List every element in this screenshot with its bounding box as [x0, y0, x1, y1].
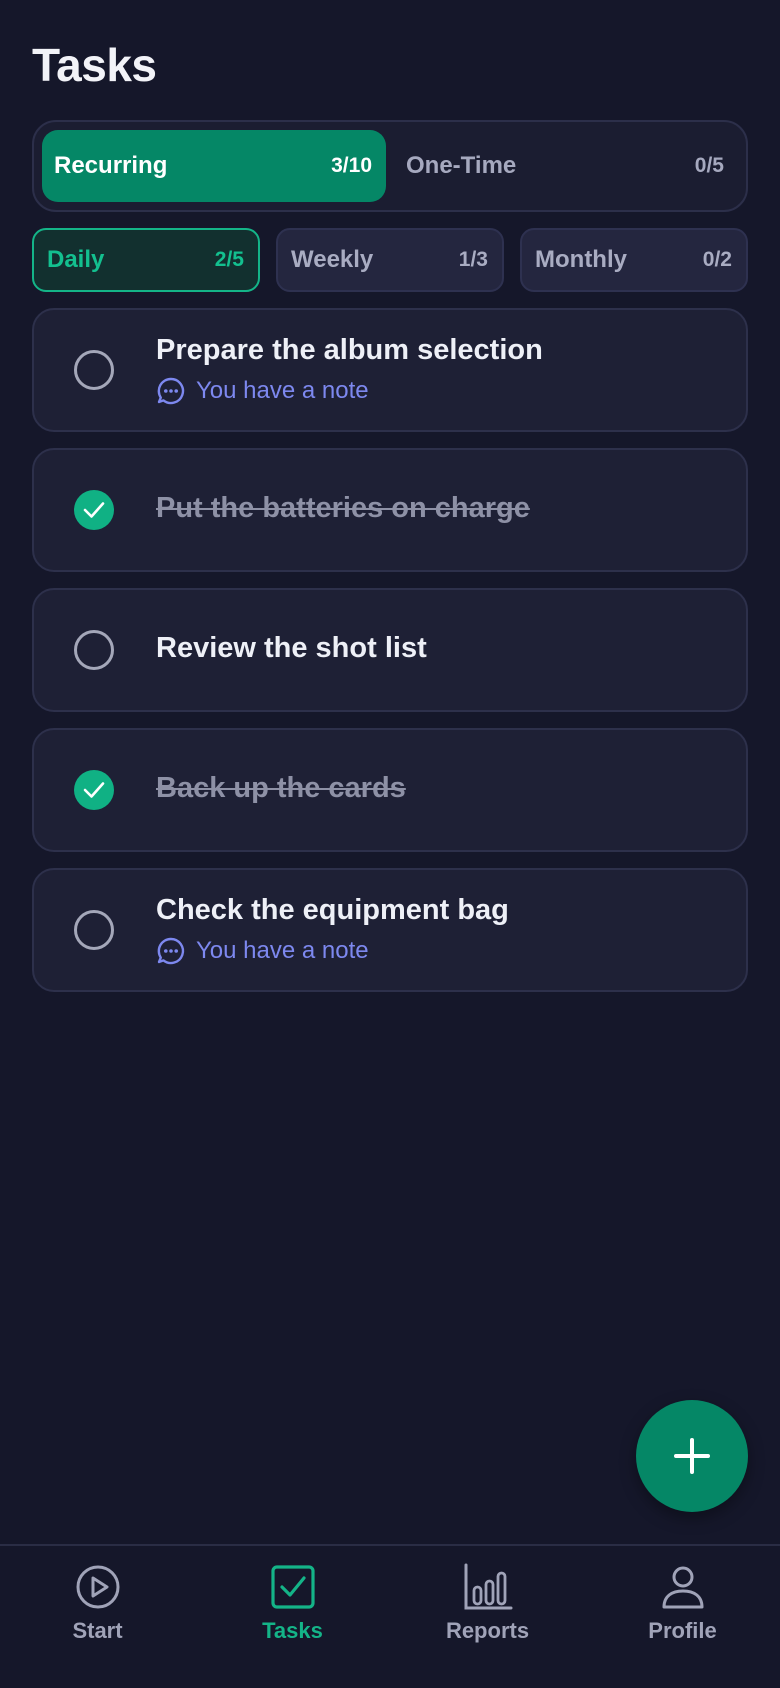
- segment-count: 0/5: [694, 154, 724, 177]
- segment-label: One-Time: [406, 152, 517, 179]
- task-card[interactable]: Review the shot list: [32, 588, 748, 712]
- bar-chart-icon: [464, 1563, 512, 1610]
- filter-label: Weekly: [291, 246, 374, 273]
- segment-label: Recurring: [54, 152, 168, 179]
- page-title: Tasks: [32, 39, 157, 91]
- segment-count: 3/10: [331, 154, 372, 177]
- nav-profile[interactable]: Profile: [585, 1546, 780, 1688]
- task-title: Check the equipment bag: [156, 894, 509, 926]
- segment-recurring[interactable]: Recurring 3/10: [42, 130, 386, 202]
- filter-count: 0/2: [702, 248, 732, 271]
- task-body: Check the equipment bag You have a note: [156, 892, 726, 966]
- task-type-segmented-control: Recurring 3/10 One-Time 0/5: [32, 120, 748, 212]
- nav-label: Tasks: [262, 1618, 323, 1643]
- task-body: Review the shot list: [156, 630, 726, 666]
- task-note[interactable]: You have a note: [156, 376, 726, 406]
- play-circle-icon: [76, 1565, 119, 1609]
- task-body: Prepare the album selection You have a n…: [156, 332, 726, 406]
- filter-label: Daily: [47, 246, 105, 273]
- unchecked-circle-icon[interactable]: [74, 910, 114, 950]
- task-card[interactable]: Prepare the album selection You have a n…: [32, 308, 748, 432]
- filter-label: Monthly: [535, 246, 627, 273]
- nav-label: Profile: [648, 1618, 717, 1643]
- task-list: Prepare the album selection You have a n…: [32, 308, 748, 1008]
- unchecked-circle-icon[interactable]: [74, 350, 114, 390]
- bottom-navigation: Start Tasks Reports Profile: [0, 1544, 780, 1688]
- add-task-button[interactable]: [636, 1400, 748, 1512]
- filter-count: 2/5: [214, 248, 244, 271]
- nav-start[interactable]: Start: [0, 1546, 195, 1688]
- task-body: Back up the cards: [156, 770, 726, 806]
- task-card[interactable]: Check the equipment bag You have a note: [32, 868, 748, 992]
- task-card[interactable]: Put the batteries on charge: [32, 448, 748, 572]
- filter-count: 1/3: [458, 248, 488, 271]
- task-note[interactable]: You have a note: [156, 936, 726, 966]
- nav-label: Start: [72, 1618, 123, 1643]
- nav-label: Reports: [445, 1618, 530, 1643]
- unchecked-circle-icon[interactable]: [74, 630, 114, 670]
- nav-tasks[interactable]: Tasks: [195, 1546, 390, 1688]
- filter-weekly[interactable]: Weekly 1/3: [276, 228, 504, 292]
- tasks-screen: Tasks Recurring 3/10 One-Time 0/5 Daily …: [0, 0, 780, 1688]
- plus-icon: [674, 1438, 710, 1474]
- task-card[interactable]: Back up the cards: [32, 728, 748, 852]
- task-title: Back up the cards: [156, 772, 406, 804]
- user-icon: [662, 1566, 703, 1609]
- frequency-filters: Daily 2/5 Weekly 1/3 Monthly 0/2: [32, 228, 748, 292]
- checkbox-icon: [270, 1565, 315, 1609]
- chat-bubble-icon: [157, 937, 185, 965]
- filter-monthly[interactable]: Monthly 0/2: [520, 228, 748, 292]
- task-title: Put the batteries on charge: [156, 492, 530, 524]
- task-title: Review the shot list: [156, 632, 427, 664]
- checked-circle-icon[interactable]: [74, 490, 114, 530]
- note-label: You have a note: [196, 377, 369, 404]
- note-label: You have a note: [196, 937, 369, 964]
- task-body: Put the batteries on charge: [156, 490, 726, 526]
- checked-circle-icon[interactable]: [74, 770, 114, 810]
- filter-daily[interactable]: Daily 2/5: [32, 228, 260, 292]
- nav-reports[interactable]: Reports: [390, 1546, 585, 1688]
- segment-one-time[interactable]: One-Time 0/5: [386, 130, 738, 202]
- chat-bubble-icon: [157, 377, 185, 405]
- task-title: Prepare the album selection: [156, 334, 543, 366]
